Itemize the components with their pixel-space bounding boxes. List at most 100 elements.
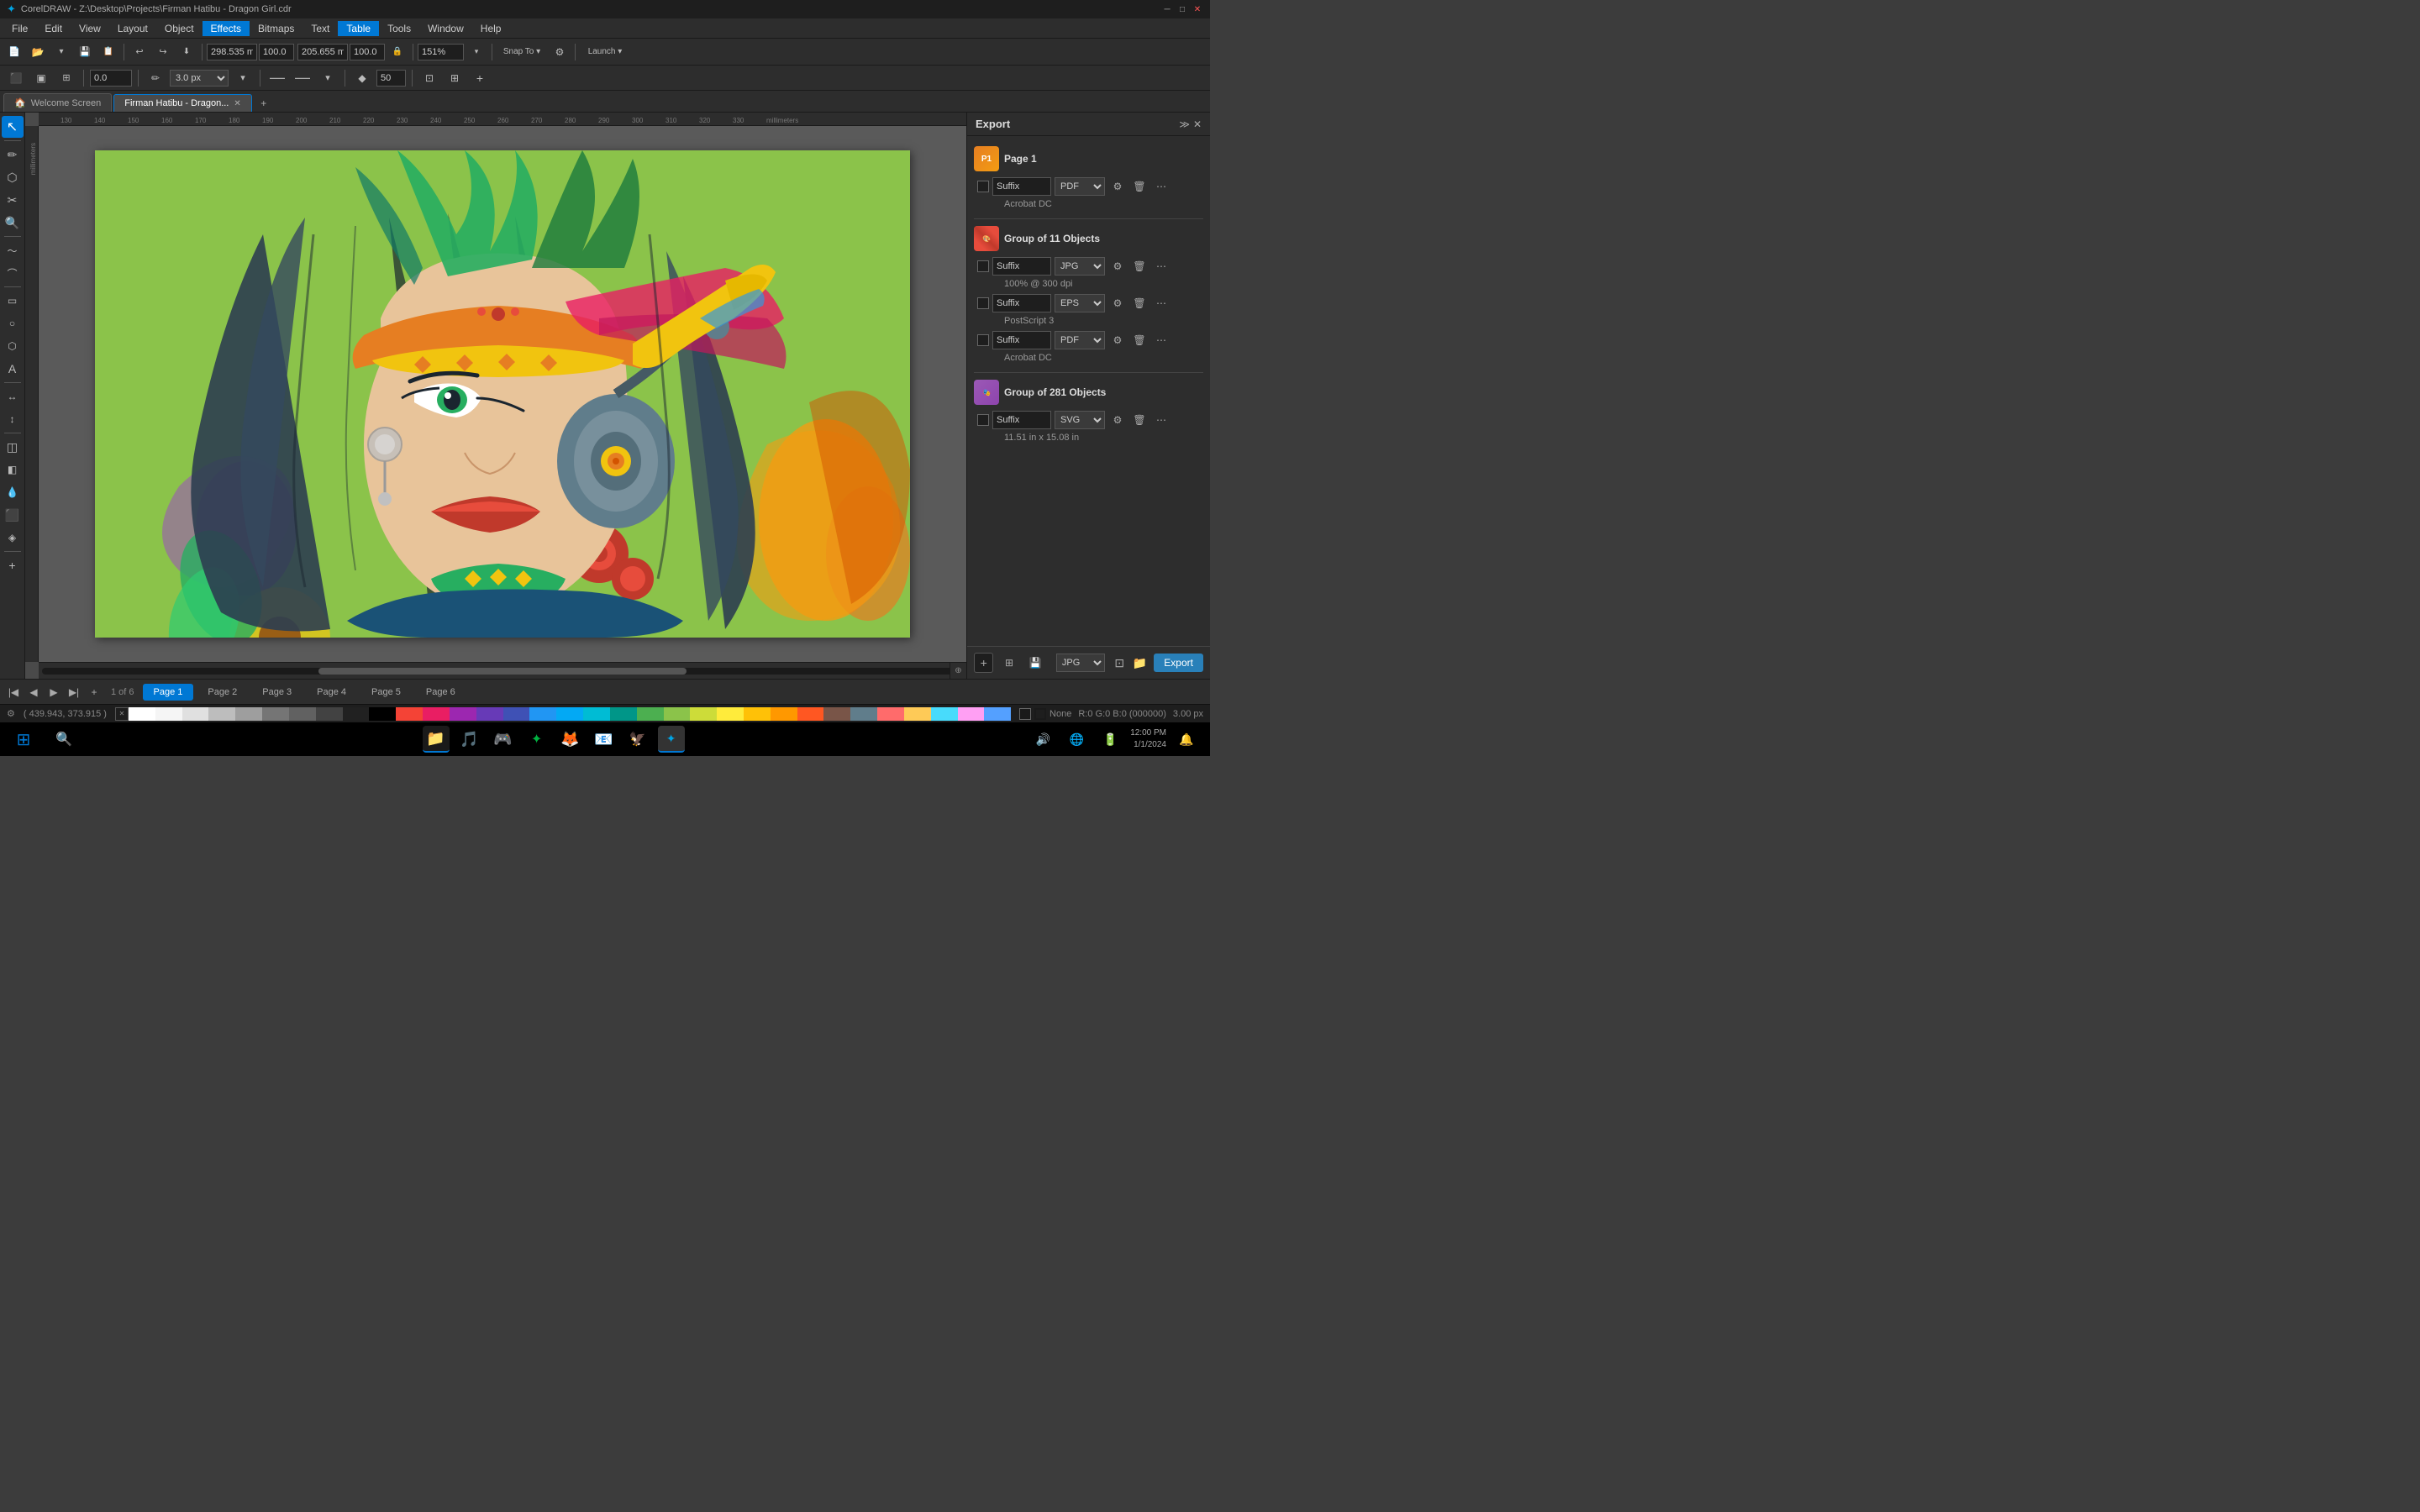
launch-btn[interactable]: Launch ▾ — [580, 41, 630, 63]
menu-file[interactable]: File — [3, 21, 36, 36]
export-delete-group281-svg[interactable]: 🗑 — [1130, 411, 1149, 429]
taskbar-coreldraw-app[interactable]: ✦ — [658, 726, 685, 753]
color-swatch-13[interactable] — [476, 707, 503, 721]
nib-value-input[interactable] — [376, 70, 406, 87]
save-as-button[interactable]: 📋 — [97, 41, 119, 63]
first-page-btn[interactable]: |◀ — [5, 684, 22, 701]
taskbar-files-app[interactable]: 📁 — [423, 726, 450, 753]
color-swatch-32[interactable] — [984, 707, 1011, 721]
color-swatch-11[interactable] — [423, 707, 450, 721]
shape-tool[interactable]: ⬡ — [2, 166, 24, 188]
transparency-tool[interactable]: ◧ — [2, 459, 24, 480]
color-swatch-21[interactable] — [690, 707, 717, 721]
color-swatch-4[interactable] — [235, 707, 262, 721]
zoom-tool[interactable]: 🔍 — [2, 212, 24, 234]
close-button[interactable]: ✕ — [1192, 3, 1203, 15]
redo-button[interactable]: ↪ — [152, 41, 174, 63]
color-swatch-29[interactable] — [904, 707, 931, 721]
export-suffix-page1-pdf[interactable] — [992, 177, 1051, 196]
export-check-group281-svg[interactable] — [977, 414, 989, 426]
menu-text[interactable]: Text — [302, 21, 338, 36]
stroke-style-1[interactable]: — — [266, 67, 288, 89]
export-delete-page1-pdf[interactable]: 🗑 — [1130, 177, 1149, 196]
menu-layout[interactable]: Layout — [109, 21, 156, 36]
color-swatch-6[interactable] — [289, 707, 316, 721]
color-swatch-white[interactable] — [129, 707, 155, 721]
export-settings-group281-svg[interactable]: ⚙ — [1108, 411, 1127, 429]
menu-view[interactable]: View — [71, 21, 109, 36]
taskbar-battery-icon[interactable]: 🔋 — [1097, 726, 1123, 753]
ellipse-tool[interactable]: ○ — [2, 312, 24, 334]
curve-tool[interactable]: 〜 — [2, 239, 24, 261]
menu-window[interactable]: Window — [419, 21, 472, 36]
export-check-group11-pdf[interactable] — [977, 334, 989, 346]
export-button[interactable]: Export — [1154, 654, 1203, 672]
color-swatch-22[interactable] — [717, 707, 744, 721]
freehand-tool[interactable]: ✏ — [2, 144, 24, 165]
color-swatch-25[interactable] — [797, 707, 824, 721]
color-swatch-2[interactable] — [182, 707, 209, 721]
import-button[interactable]: ⬇ — [176, 41, 197, 63]
settings-status-btn[interactable]: ⚙ — [7, 708, 15, 719]
color-swatch-none[interactable]: ✕ — [115, 707, 129, 721]
color-palette-strip[interactable]: ✕ — [115, 707, 1011, 721]
taskbar-game-app[interactable]: 🎮 — [490, 726, 517, 753]
page-tab-5[interactable]: Page 5 — [360, 684, 412, 701]
taskbar-browser-app[interactable]: 🦊 — [557, 726, 584, 753]
export-bottom-options-2[interactable]: 📁 — [1130, 654, 1149, 672]
color-swatch-1[interactable] — [155, 707, 182, 721]
smart-draw-tool[interactable]: ⌒ — [2, 262, 24, 284]
more-options-1[interactable]: ⊡ — [418, 67, 440, 89]
zoom-input[interactable] — [418, 44, 464, 60]
page-tab-1[interactable]: Page 1 — [143, 684, 194, 701]
export-format-group11-jpg[interactable]: JPGPDFPNGEPSSVG — [1055, 257, 1105, 276]
export-bottom-options-1[interactable]: ⊡ — [1110, 654, 1128, 672]
expand-panel-btn[interactable]: ≫ — [1179, 118, 1190, 130]
color-swatch-12[interactable] — [450, 707, 476, 721]
shadow-tool[interactable]: ◫ — [2, 436, 24, 458]
color-swatch-17[interactable] — [583, 707, 610, 721]
export-more-group11-jpg[interactable]: ⋯ — [1152, 257, 1171, 276]
color-swatch-16[interactable] — [556, 707, 583, 721]
export-more-page1-pdf[interactable]: ⋯ — [1152, 177, 1171, 196]
y-coord-input[interactable] — [297, 44, 348, 60]
export-format-group11-eps[interactable]: EPSJPGPDFPNGSVG — [1055, 294, 1105, 312]
export-check-group11-jpg[interactable] — [977, 260, 989, 272]
connector-tool[interactable]: ↔ — [2, 386, 24, 407]
export-format-group281-svg[interactable]: SVGJPGPDFPNGEPS — [1055, 411, 1105, 429]
fill-tool[interactable]: ⬛ — [2, 504, 24, 526]
export-settings-group11-eps[interactable]: ⚙ — [1108, 294, 1127, 312]
page-tab-2[interactable]: Page 2 — [197, 684, 248, 701]
color-swatch-27[interactable] — [850, 707, 877, 721]
crop-tool[interactable]: ✂ — [2, 189, 24, 211]
export-settings-group11-pdf[interactable]: ⚙ — [1108, 331, 1127, 349]
page-tab-6[interactable]: Page 6 — [415, 684, 466, 701]
menu-bitmaps[interactable]: Bitmaps — [250, 21, 302, 36]
menu-effects[interactable]: Effects — [203, 21, 250, 36]
color-swatch-7[interactable] — [316, 707, 343, 721]
menu-help[interactable]: Help — [472, 21, 510, 36]
export-more-group11-eps[interactable]: ⋯ — [1152, 294, 1171, 312]
taskbar-app-4[interactable]: ✦ — [523, 726, 550, 753]
x-coord-input[interactable] — [207, 44, 257, 60]
search-button[interactable]: 🔍 — [50, 726, 77, 753]
taskbar-music-app[interactable]: 🎵 — [456, 726, 483, 753]
rect-tool[interactable]: ▭ — [2, 290, 24, 312]
width-input[interactable] — [259, 44, 294, 60]
taskbar-network-icon[interactable]: 🌐 — [1063, 726, 1090, 753]
tool-options-1[interactable]: ⬛ — [5, 67, 27, 89]
export-suffix-group11-jpg[interactable] — [992, 257, 1051, 276]
start-button[interactable]: ⊞ — [10, 726, 37, 753]
undo-button[interactable]: ↩ — [129, 41, 150, 63]
stroke-style-2[interactable]: — — [292, 67, 313, 89]
snap-settings-btn[interactable]: ⚙ — [549, 41, 571, 63]
export-format-group11-pdf[interactable]: PDFJPGPNGEPSSVG — [1055, 331, 1105, 349]
export-check-page1-pdf[interactable] — [977, 181, 989, 192]
color-swatch-8[interactable] — [343, 707, 370, 721]
zoom-fit-btn[interactable]: ⊕ — [950, 662, 966, 679]
export-add-btn[interactable]: + — [974, 653, 993, 673]
color-swatch-5[interactable] — [262, 707, 289, 721]
interactive-fill[interactable]: ◈ — [2, 527, 24, 549]
color-swatch-14[interactable] — [503, 707, 530, 721]
color-swatch-18[interactable] — [610, 707, 637, 721]
